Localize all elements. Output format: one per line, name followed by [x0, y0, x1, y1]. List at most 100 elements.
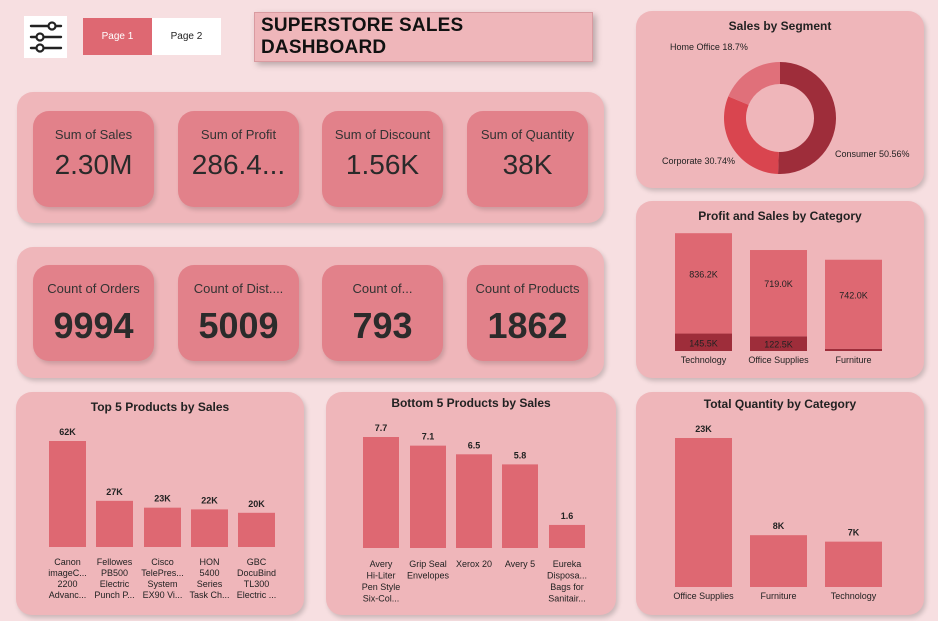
kpi-label: Sum of Quantity: [480, 127, 575, 142]
category-label: Avery 5: [505, 559, 535, 569]
category-label: Envelopes: [407, 571, 450, 581]
bar-value-label: 1.6: [561, 511, 574, 521]
profit-sales-bar-chart[interactable]: 145.5K 836.2K Technology 122.5K 719.0K Office…: [636, 201, 924, 378]
slice-label: Home Office 18.7%: [670, 42, 748, 52]
page-1-button[interactable]: Page 1: [83, 18, 152, 55]
kpi-card-profit[interactable]: Sum of Profit 286.4...: [178, 111, 299, 207]
kpi-value: 2.30M: [54, 149, 133, 180]
product-bar: [675, 438, 732, 587]
top5-bar-chart[interactable]: 62K CanonimageC...2200Advanc... 27K Fellowe…: [16, 392, 304, 615]
top5-chart-panel: Top 5 Products by Sales 62K Canon imageC..…: [16, 392, 304, 615]
kpi-value: 793: [352, 305, 413, 346]
category-label: Electric: [100, 579, 130, 589]
category-label: Punch P...: [94, 590, 134, 600]
kpi-card-products[interactable]: Count of Products 1862: [467, 265, 588, 361]
category-label: Fellowes: [97, 557, 133, 567]
category-label: Cisco: [151, 557, 174, 567]
category-bar-segment: [825, 259, 882, 349]
category-label: EX90 Vi...: [143, 590, 183, 600]
bar-value-label: 20K: [248, 499, 265, 509]
category-label: Office Supplies: [748, 355, 809, 365]
kpi-card-count[interactable]: Count of... 793: [322, 265, 443, 361]
category-label: Task Ch...: [189, 590, 229, 600]
kpi-card-sales[interactable]: Sum of Sales 2.30M: [33, 111, 154, 207]
donut-slice: [728, 62, 780, 105]
kpi-value: 286.4...: [191, 149, 286, 180]
category-label: Advanc...: [49, 590, 87, 600]
kpi-label: Count of...: [352, 281, 413, 296]
kpi-card-distinct[interactable]: Count of Dist.... 5009: [178, 265, 299, 361]
bar-value-label: 122.5K: [764, 340, 793, 350]
product-bar: [144, 507, 181, 547]
product-bar: [49, 441, 86, 547]
category-label: Disposa...: [547, 571, 587, 581]
bar-value-label: 719.0K: [764, 279, 793, 289]
category-label: Electric ...: [237, 590, 277, 600]
category-label: GBC: [247, 557, 267, 567]
product-bar: [191, 509, 228, 547]
page-2-button[interactable]: Page 2: [152, 18, 221, 55]
category-label: System: [147, 579, 177, 589]
kpi-card-quantity[interactable]: Sum of Quantity 38K: [467, 111, 588, 207]
kpi-value: 1862: [487, 305, 568, 346]
category-label: Eureka: [553, 559, 582, 569]
dashboard-title: SUPERSTORE SALES DASHBOARD: [254, 12, 593, 62]
category-label: Bags for: [550, 582, 584, 592]
profit-sales-chart-panel: Profit and Sales by Category 145.5K 836.2…: [636, 201, 924, 378]
bar-value-label: 6.5: [468, 440, 481, 450]
bar-value-label: 7.1: [422, 432, 435, 442]
category-label: imageC...: [48, 568, 87, 578]
kpi-panel-sums: Sum of Sales 2.30M Sum of Profit 286.4... …: [17, 92, 604, 223]
bottom5-chart-panel: Bottom 5 Products by Sales 7.7 Avery Hi-Li…: [326, 392, 616, 615]
category-label: 5400: [199, 568, 219, 578]
kpi-card-orders[interactable]: Count of Orders 9994: [33, 265, 154, 361]
category-label: Avery: [370, 559, 393, 569]
category-label: Series: [197, 579, 223, 589]
bottom5-bar-chart[interactable]: 7.7 Avery Hi-LiterPen Style Six-Col... 7.1 Gr…: [326, 392, 616, 615]
bar-value-label: 8K: [773, 521, 785, 531]
product-bar: [96, 500, 133, 547]
bar-value-label: 7.7: [375, 423, 388, 433]
category-bar-segment: [675, 233, 732, 334]
kpi-card-discount[interactable]: Sum of Discount 1.56K: [322, 111, 443, 207]
sliders-icon: [29, 21, 63, 53]
kpi-label: Sum of Discount: [334, 127, 431, 142]
kpi-value: 9994: [53, 305, 134, 346]
category-label: DocuBind: [237, 568, 276, 578]
product-bar: [363, 437, 399, 548]
kpi-value: 38K: [502, 149, 553, 180]
category-label: Office Supplies: [673, 591, 734, 601]
category-label: Furniture: [835, 355, 871, 365]
product-bar: [456, 454, 492, 548]
donut-slice: [778, 62, 836, 174]
bar-value-label: 22K: [201, 495, 218, 505]
product-bar: [750, 535, 807, 587]
kpi-label: Count of Orders: [47, 281, 140, 296]
filter-menu-button[interactable]: [24, 16, 67, 58]
product-bar: [825, 541, 882, 587]
quantity-chart-panel: Total Quantity by Category 23K Office Sup…: [636, 392, 924, 615]
kpi-label: Count of Dist....: [193, 281, 284, 296]
category-label: Xerox 20: [456, 559, 492, 569]
category-label: Pen Style: [362, 582, 401, 592]
category-label: Canon: [54, 557, 81, 567]
bar-value-label: 145.5K: [689, 338, 718, 348]
product-bar: [410, 445, 446, 548]
kpi-panel-counts: Count of Orders 9994 Count of Dist.... 500…: [17, 247, 604, 378]
kpi-value: 1.56K: [345, 149, 420, 180]
category-label: HON: [200, 557, 220, 567]
category-label: Furniture: [760, 591, 796, 601]
segment-donut-chart[interactable]: Consumer 50.56% Corporate 30.74% Home Offi…: [636, 11, 924, 188]
category-label: Technology: [681, 355, 727, 365]
category-bar-segment: [825, 348, 882, 351]
product-bar: [238, 512, 275, 547]
category-label: Technology: [831, 591, 877, 601]
slice-label: Corporate 30.74%: [662, 156, 735, 166]
category-label: Six-Col...: [363, 594, 400, 604]
bar-value-label: 62K: [59, 427, 76, 437]
category-label: Hi-Liter: [366, 571, 395, 581]
quantity-bar-chart[interactable]: 23K Office Supplies 8K Furniture 7K Technolog…: [636, 392, 924, 615]
dashboard-title-text: SUPERSTORE SALES DASHBOARD: [261, 15, 464, 58]
bar-value-label: 742.0K: [839, 290, 868, 300]
product-bar: [549, 524, 585, 548]
